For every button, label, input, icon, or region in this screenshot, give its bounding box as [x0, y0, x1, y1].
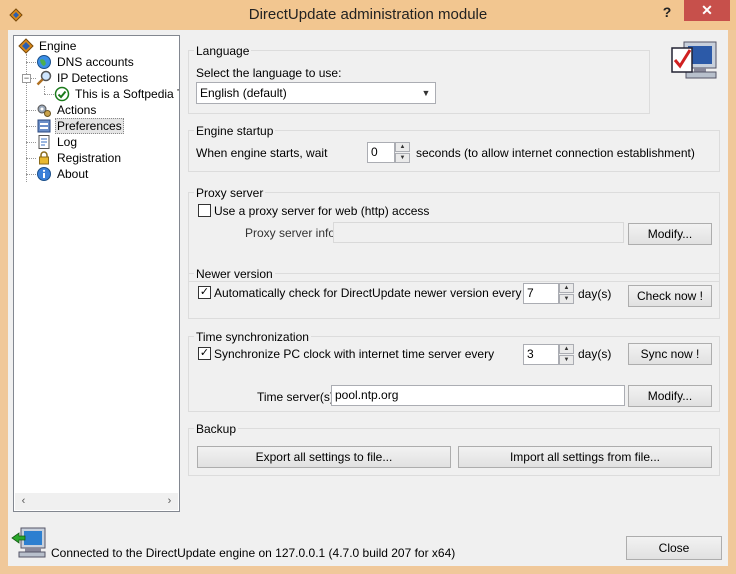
preferences-icon: [37, 119, 51, 133]
status-bar: Connected to the DirectUpdate engine on …: [8, 518, 728, 566]
tree-item-actions[interactable]: Actions: [36, 102, 98, 118]
tree-line: [26, 174, 36, 175]
startup-label: When engine starts, wait: [196, 146, 328, 160]
proxy-info-field[interactable]: [333, 222, 624, 243]
title-bar: DirectUpdate administration module ? ✕: [0, 0, 736, 30]
newer-version-label: Automatically check for DirectUpdate new…: [214, 286, 522, 300]
tree-item-engine[interactable]: Engine: [18, 38, 78, 54]
language-group-title: Language: [194, 44, 252, 58]
timesync-spin-down[interactable]: ▼: [559, 355, 574, 365]
tree-item-preferences[interactable]: Preferences: [36, 118, 124, 134]
timesync-spin-up[interactable]: ▲: [559, 344, 574, 354]
tree-horizontal-scrollbar[interactable]: ‹ ›: [15, 493, 178, 510]
client-area: − Engine DNS accounts IP Detections This…: [8, 30, 728, 566]
time-sync-checkbox[interactable]: ✓: [198, 347, 211, 360]
monitor-check-icon: [671, 41, 717, 79]
time-sync-label: Synchronize PC clock with internet time …: [214, 347, 495, 361]
chevron-down-icon: ▼: [421, 88, 431, 98]
tree-line: [44, 94, 54, 95]
startup-suffix: seconds (to allow internet connection es…: [416, 146, 695, 160]
tree-item-ip-detections[interactable]: IP Detections: [36, 70, 130, 86]
tree-line: [26, 110, 36, 111]
tree-item-dns-accounts[interactable]: DNS accounts: [36, 54, 136, 70]
language-select[interactable]: English (default) ▼: [196, 82, 436, 104]
sync-now-button[interactable]: Sync now !: [628, 343, 712, 365]
time-server-label: Time server(s):: [257, 390, 338, 404]
lock-icon: [39, 151, 49, 165]
globe-icon: [37, 55, 51, 69]
connection-status-text: Connected to the DirectUpdate engine on …: [51, 546, 456, 560]
newer-version-days-input[interactable]: 7: [523, 283, 559, 304]
engine-icon: [18, 38, 34, 54]
tree-item-log[interactable]: Log: [36, 134, 79, 150]
tree-line: [26, 62, 36, 63]
newer-version-title: Newer version: [194, 267, 275, 281]
log-icon: [38, 135, 50, 149]
magnifier-icon: [36, 70, 52, 86]
scroll-left-icon[interactable]: ‹: [15, 493, 32, 510]
proxy-group-title: Proxy server: [194, 186, 266, 200]
collapse-toggle[interactable]: −: [22, 74, 31, 83]
time-sync-unit: day(s): [578, 347, 612, 361]
engine-startup-title: Engine startup: [194, 124, 276, 138]
startup-spin-down[interactable]: ▼: [395, 153, 410, 163]
export-settings-button[interactable]: Export all settings to file...: [197, 446, 451, 468]
startup-wait-input[interactable]: 0: [367, 142, 395, 163]
gears-icon: [37, 104, 51, 117]
check-circle-icon: [54, 86, 70, 102]
time-sync-title: Time synchronization: [194, 330, 311, 344]
proxy-checkbox-label: Use a proxy server for web (http) access: [214, 204, 430, 218]
tree-line: [44, 86, 45, 94]
tree-line: [26, 158, 36, 159]
window-close-button[interactable]: ✕: [684, 0, 730, 21]
info-icon: [37, 167, 51, 181]
tree-item-softpedia-test[interactable]: This is a Softpedia Te: [54, 86, 179, 102]
check-now-button[interactable]: Check now !: [628, 285, 712, 307]
language-prompt: Select the language to use:: [196, 66, 342, 80]
newer-spin-down[interactable]: ▼: [559, 294, 574, 304]
newer-version-unit: day(s): [578, 287, 612, 301]
tree-line: [26, 142, 36, 143]
tree-item-about[interactable]: About: [36, 166, 90, 182]
backup-title: Backup: [194, 422, 239, 436]
newer-spin-up[interactable]: ▲: [559, 283, 574, 293]
tree-item-registration[interactable]: Registration: [36, 150, 123, 166]
time-server-field[interactable]: pool.ntp.org: [331, 385, 625, 406]
newer-version-checkbox[interactable]: ✓: [198, 286, 211, 299]
connected-monitor-icon: [11, 527, 46, 558]
import-settings-button[interactable]: Import all settings from file...: [458, 446, 712, 468]
proxy-modify-button[interactable]: Modify...: [628, 223, 712, 245]
close-button[interactable]: Close: [626, 536, 722, 560]
proxy-info-label: Proxy server info:: [245, 226, 339, 240]
window-title: DirectUpdate administration module: [248, 6, 488, 23]
time-server-modify-button[interactable]: Modify...: [628, 385, 712, 407]
startup-spin-up[interactable]: ▲: [395, 142, 410, 152]
help-button[interactable]: ?: [655, 2, 679, 22]
proxy-checkbox[interactable]: [198, 204, 211, 217]
navigation-tree[interactable]: − Engine DNS accounts IP Detections This…: [13, 35, 180, 512]
tree-line: [26, 126, 36, 127]
time-sync-days-input[interactable]: 3: [523, 344, 559, 365]
scroll-right-icon[interactable]: ›: [161, 493, 178, 510]
